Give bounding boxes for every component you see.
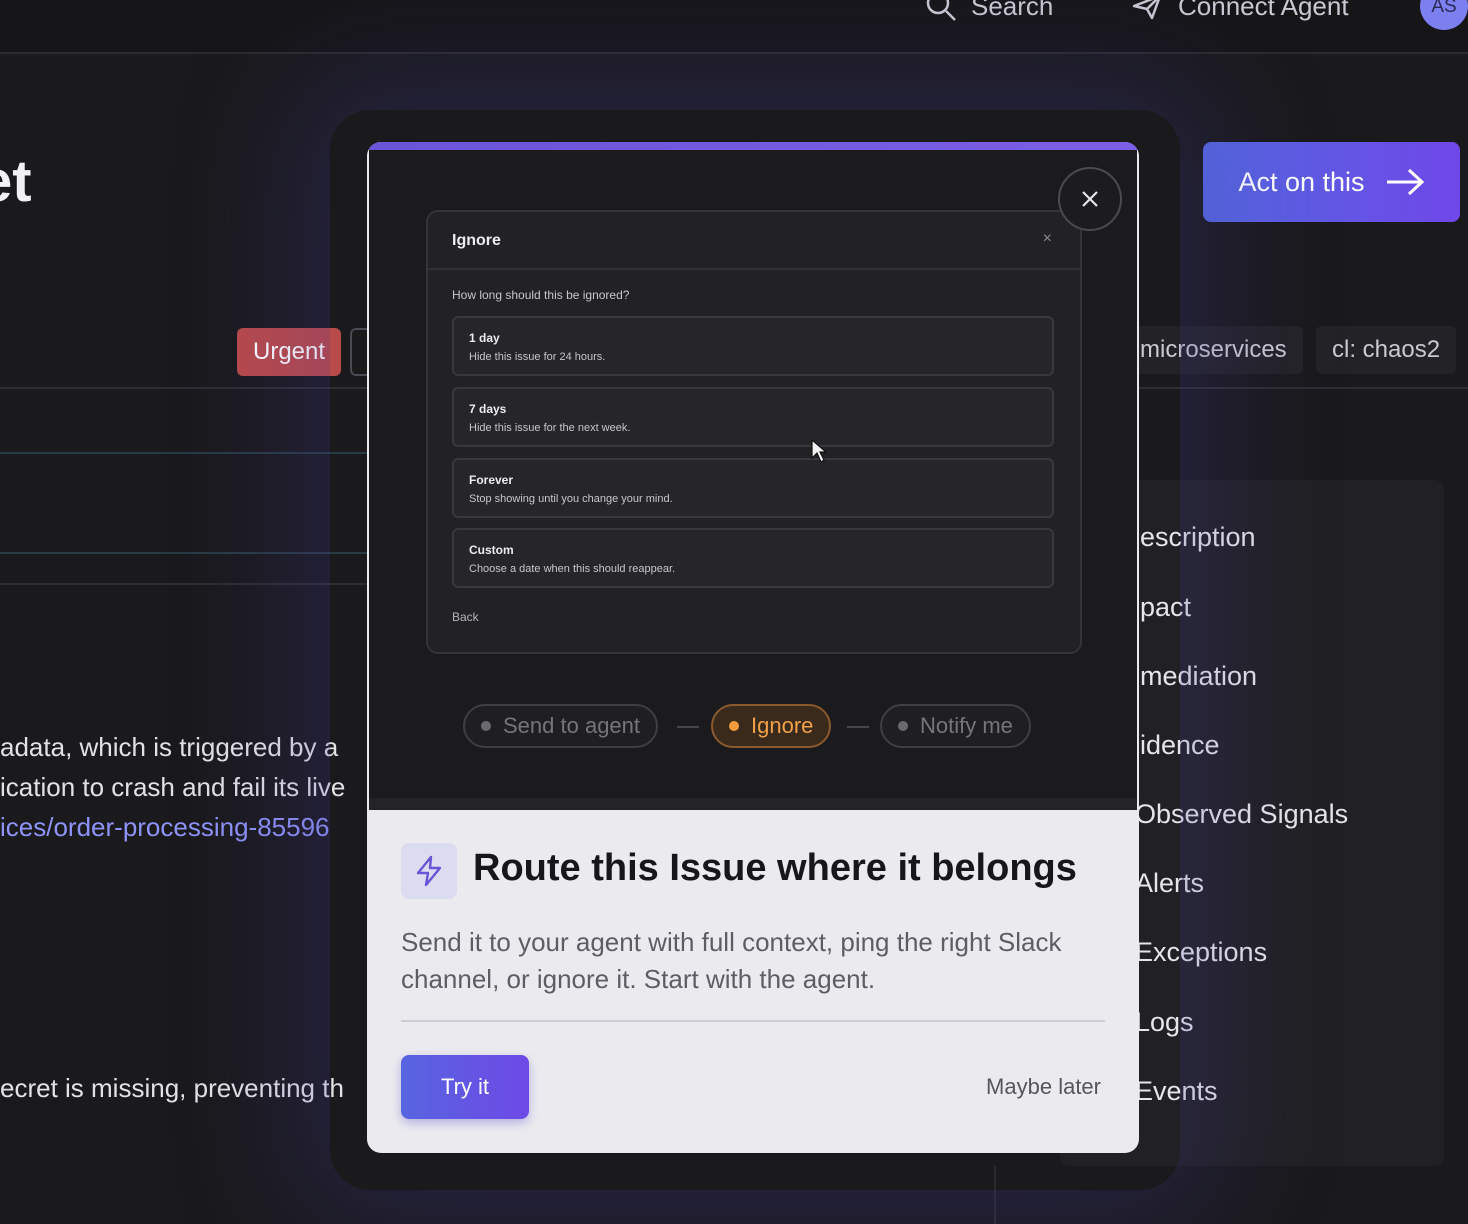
nav-description[interactable]: escription: [1140, 522, 1256, 553]
section-divider: [0, 583, 400, 585]
page-title: et: [0, 149, 32, 214]
preview-option-desc: Hide this issue for 24 hours.: [469, 351, 606, 363]
preview-image: Ignore × How long should this be ignored…: [369, 150, 1137, 810]
connect-agent-label: Connect Agent: [1178, 0, 1349, 21]
column-divider: [994, 1166, 996, 1224]
description-line-2: ication to crash and fail its live: [0, 772, 346, 802]
avatar[interactable]: AS: [1420, 0, 1468, 30]
act-on-this-label: Act on this: [1238, 166, 1365, 197]
step-dot: [898, 721, 908, 731]
connect-agent-button[interactable]: Connect Agent: [1130, 0, 1349, 22]
nav-impact[interactable]: pact: [1140, 592, 1191, 623]
step-notify-me: Notify me: [880, 704, 1031, 748]
preview-back-link: Back: [452, 610, 479, 624]
close-icon: [1082, 191, 1098, 207]
top-bar: Search Connect Agent AS: [0, 0, 1468, 54]
modal-divider: [401, 1020, 1105, 1022]
tab-panel: [0, 452, 392, 554]
step-label: Ignore: [751, 713, 814, 738]
preview-option-desc: Stop showing until you change your mind.: [469, 493, 673, 505]
nav-alerts[interactable]: Alerts: [1135, 868, 1204, 899]
preview-bottom-strip: [369, 798, 1137, 810]
nav-observed-signals[interactable]: Observed Signals: [1135, 799, 1348, 830]
nav-remediation[interactable]: mediation: [1140, 661, 1257, 692]
preview-dialog-title: Ignore: [452, 232, 501, 249]
nav-exceptions[interactable]: Exceptions: [1135, 937, 1267, 968]
preview-option: 1 day Hide this issue for 24 hours.: [452, 316, 1054, 376]
description-line-4: ecret is missing, preventing th: [0, 1073, 344, 1103]
nav-logs[interactable]: Logs: [1135, 1007, 1194, 1038]
description-line-1: adata, which is triggered by a: [0, 732, 339, 762]
cluster-tag[interactable]: cl: chaos2: [1316, 326, 1457, 374]
avatar-initials: AS: [1431, 0, 1457, 17]
feature-promo-modal: Ignore × How long should this be ignored…: [367, 142, 1139, 1153]
cursor-icon: [811, 438, 828, 463]
step-label: Send to agent: [503, 713, 641, 738]
preview-option-desc: Hide this issue for the next week.: [469, 422, 631, 434]
modal-title: Route this Issue where it belongs: [473, 847, 1077, 889]
modal-accent-bar: [367, 142, 1139, 150]
step-connector: [677, 726, 699, 728]
search-label: Search: [971, 0, 1054, 21]
step-connector: [847, 726, 869, 728]
preview-option: Custom Choose a date when this should re…: [452, 528, 1054, 588]
modal-description: Send it to your agent with full context,…: [401, 927, 1062, 994]
preview-question: How long should this be ignored?: [452, 288, 630, 302]
preview-option: 7 days Hide this issue for the next week…: [452, 387, 1054, 447]
step-label: Notify me: [920, 713, 1013, 738]
nav-events[interactable]: Events: [1135, 1076, 1218, 1107]
preview-option-title: Custom: [469, 543, 514, 557]
urgent-tag[interactable]: Urgent: [237, 328, 342, 376]
nav-evidence[interactable]: idence: [1140, 730, 1220, 761]
try-it-button[interactable]: Try it: [401, 1055, 529, 1119]
lightning-icon: [416, 855, 442, 887]
close-button[interactable]: [1058, 167, 1122, 231]
step-ignore: Ignore: [711, 704, 832, 748]
preview-ignore-dialog: Ignore × How long should this be ignored…: [426, 210, 1082, 654]
search-icon: [926, 0, 956, 21]
step-send-to-agent: Send to agent: [463, 704, 659, 748]
step-dot: [729, 721, 739, 731]
preview-option-title: 7 days: [469, 402, 507, 416]
promo-icon-badge: [401, 843, 457, 899]
preview-option-desc: Choose a date when this should reappear.: [469, 563, 676, 575]
preview-option: Forever Stop showing until you change yo…: [452, 458, 1054, 518]
step-dot: [481, 721, 491, 731]
agent-icon: [1132, 0, 1160, 20]
preview-close-icon: ×: [1042, 230, 1052, 247]
maybe-later-button[interactable]: Maybe later: [927, 1066, 1101, 1108]
search-button[interactable]: Search: [925, 0, 1053, 22]
preview-option-title: Forever: [469, 473, 514, 487]
arrow-right-icon: [1386, 168, 1424, 196]
act-on-this-button[interactable]: Act on this: [1203, 142, 1460, 222]
preview-option-title: 1 day: [469, 331, 500, 345]
resource-link[interactable]: ices/order-processing-85596: [0, 812, 330, 843]
preview-dialog-header: Ignore ×: [428, 212, 1080, 270]
